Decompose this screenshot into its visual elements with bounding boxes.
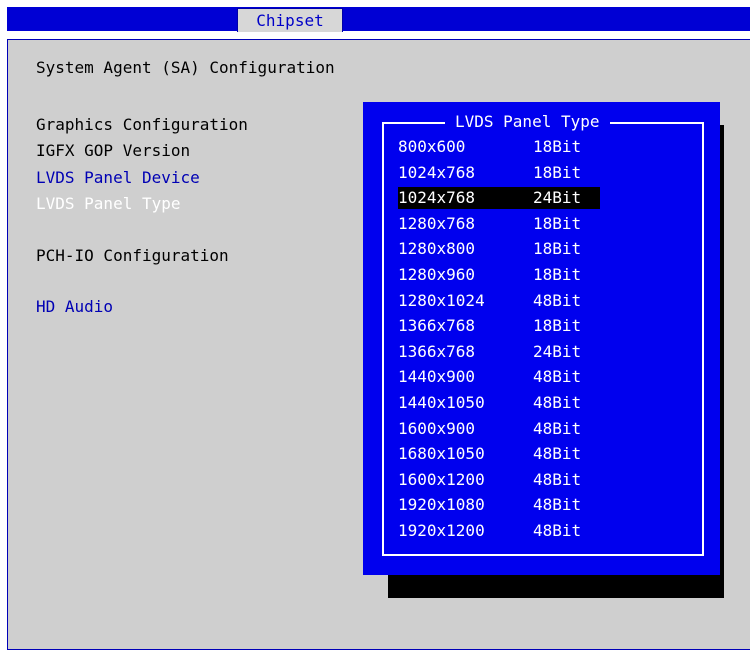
option-bit-depth: 18Bit <box>533 214 582 233</box>
top-menu-bar <box>7 7 750 31</box>
lvds-panel-device-option[interactable]: LVDS Panel Device <box>36 167 200 189</box>
option-item[interactable]: 1280x960 18Bit <box>398 264 600 286</box>
hd-audio-option[interactable]: HD Audio <box>36 296 113 318</box>
option-item[interactable]: 1024x768 18Bit <box>398 162 600 184</box>
option-item[interactable]: 1920x1080 48Bit <box>398 494 600 516</box>
option-item[interactable]: 1600x900 48Bit <box>398 418 600 440</box>
option-bit-depth: 48Bit <box>533 444 582 463</box>
option-resolution: 1680x1050 <box>398 444 485 463</box>
option-item[interactable]: 1440x1050 48Bit <box>398 392 600 414</box>
graphics-configuration-label: Graphics Configuration <box>36 115 248 134</box>
igfx-gop-version-label: IGFX GOP Version <box>36 141 191 160</box>
option-resolution: 1280x800 <box>398 239 476 258</box>
option-item[interactable]: 1440x900 48Bit <box>398 366 600 388</box>
section-title: System Agent (SA) Configuration <box>36 58 335 77</box>
option-resolution: 1366x768 <box>398 316 476 335</box>
option-resolution: 800x600 <box>398 137 466 156</box>
option-bit-depth: 48Bit <box>533 291 582 310</box>
option-bit-depth: 48Bit <box>533 419 582 438</box>
pch-io-configuration-label: PCH-IO Configuration <box>36 246 229 265</box>
option-resolution: 1600x1200 <box>398 470 485 489</box>
option-item[interactable]: 1600x1200 48Bit <box>398 469 600 491</box>
popup-title: LVDS Panel Type <box>445 112 610 132</box>
option-bit-depth: 24Bit <box>533 188 582 207</box>
option-resolution: 1440x900 <box>398 367 476 386</box>
option-resolution: 1024x768 <box>398 163 476 182</box>
option-bit-depth: 48Bit <box>533 367 582 386</box>
option-bit-depth: 48Bit <box>533 393 582 412</box>
option-item[interactable]: 1680x1050 48Bit <box>398 443 600 465</box>
tab-chipset[interactable]: Chipset <box>237 8 343 32</box>
option-item[interactable]: 1024x768 24Bit <box>398 187 600 209</box>
option-bit-depth: 18Bit <box>533 137 582 156</box>
option-bit-depth: 18Bit <box>533 316 582 335</box>
option-bit-depth: 48Bit <box>533 495 582 514</box>
option-resolution: 1920x1080 <box>398 495 485 514</box>
option-bit-depth: 48Bit <box>533 470 582 489</box>
option-item[interactable]: 800x600 18Bit <box>398 136 600 158</box>
option-item[interactable]: 1366x768 18Bit <box>398 315 600 337</box>
option-item[interactable]: 1280x800 18Bit <box>398 238 600 260</box>
lvds-panel-type-popup: LVDS Panel Type 800x600 18Bit 1024x768 18Bi… <box>363 102 720 575</box>
option-item[interactable]: 1280x1024 48Bit <box>398 290 600 312</box>
option-resolution: 1440x1050 <box>398 393 485 412</box>
option-resolution: 1280x1024 <box>398 291 485 310</box>
option-bit-depth: 18Bit <box>533 239 582 258</box>
option-resolution: 1920x1200 <box>398 521 485 540</box>
option-resolution: 1024x768 <box>398 188 476 207</box>
option-resolution: 1366x768 <box>398 342 476 361</box>
option-bit-depth: 24Bit <box>533 342 582 361</box>
option-resolution: 1600x900 <box>398 419 476 438</box>
option-bit-depth: 18Bit <box>533 265 582 284</box>
option-bit-depth: 18Bit <box>533 163 582 182</box>
option-item[interactable]: 1280x768 18Bit <box>398 213 600 235</box>
option-resolution: 1280x768 <box>398 214 476 233</box>
option-bit-depth: 48Bit <box>533 521 582 540</box>
option-resolution: 1280x960 <box>398 265 476 284</box>
option-item[interactable]: 1920x1200 48Bit <box>398 520 600 542</box>
option-item[interactable]: 1366x768 24Bit <box>398 341 600 363</box>
lvds-panel-type-option[interactable]: LVDS Panel Type <box>36 193 181 215</box>
